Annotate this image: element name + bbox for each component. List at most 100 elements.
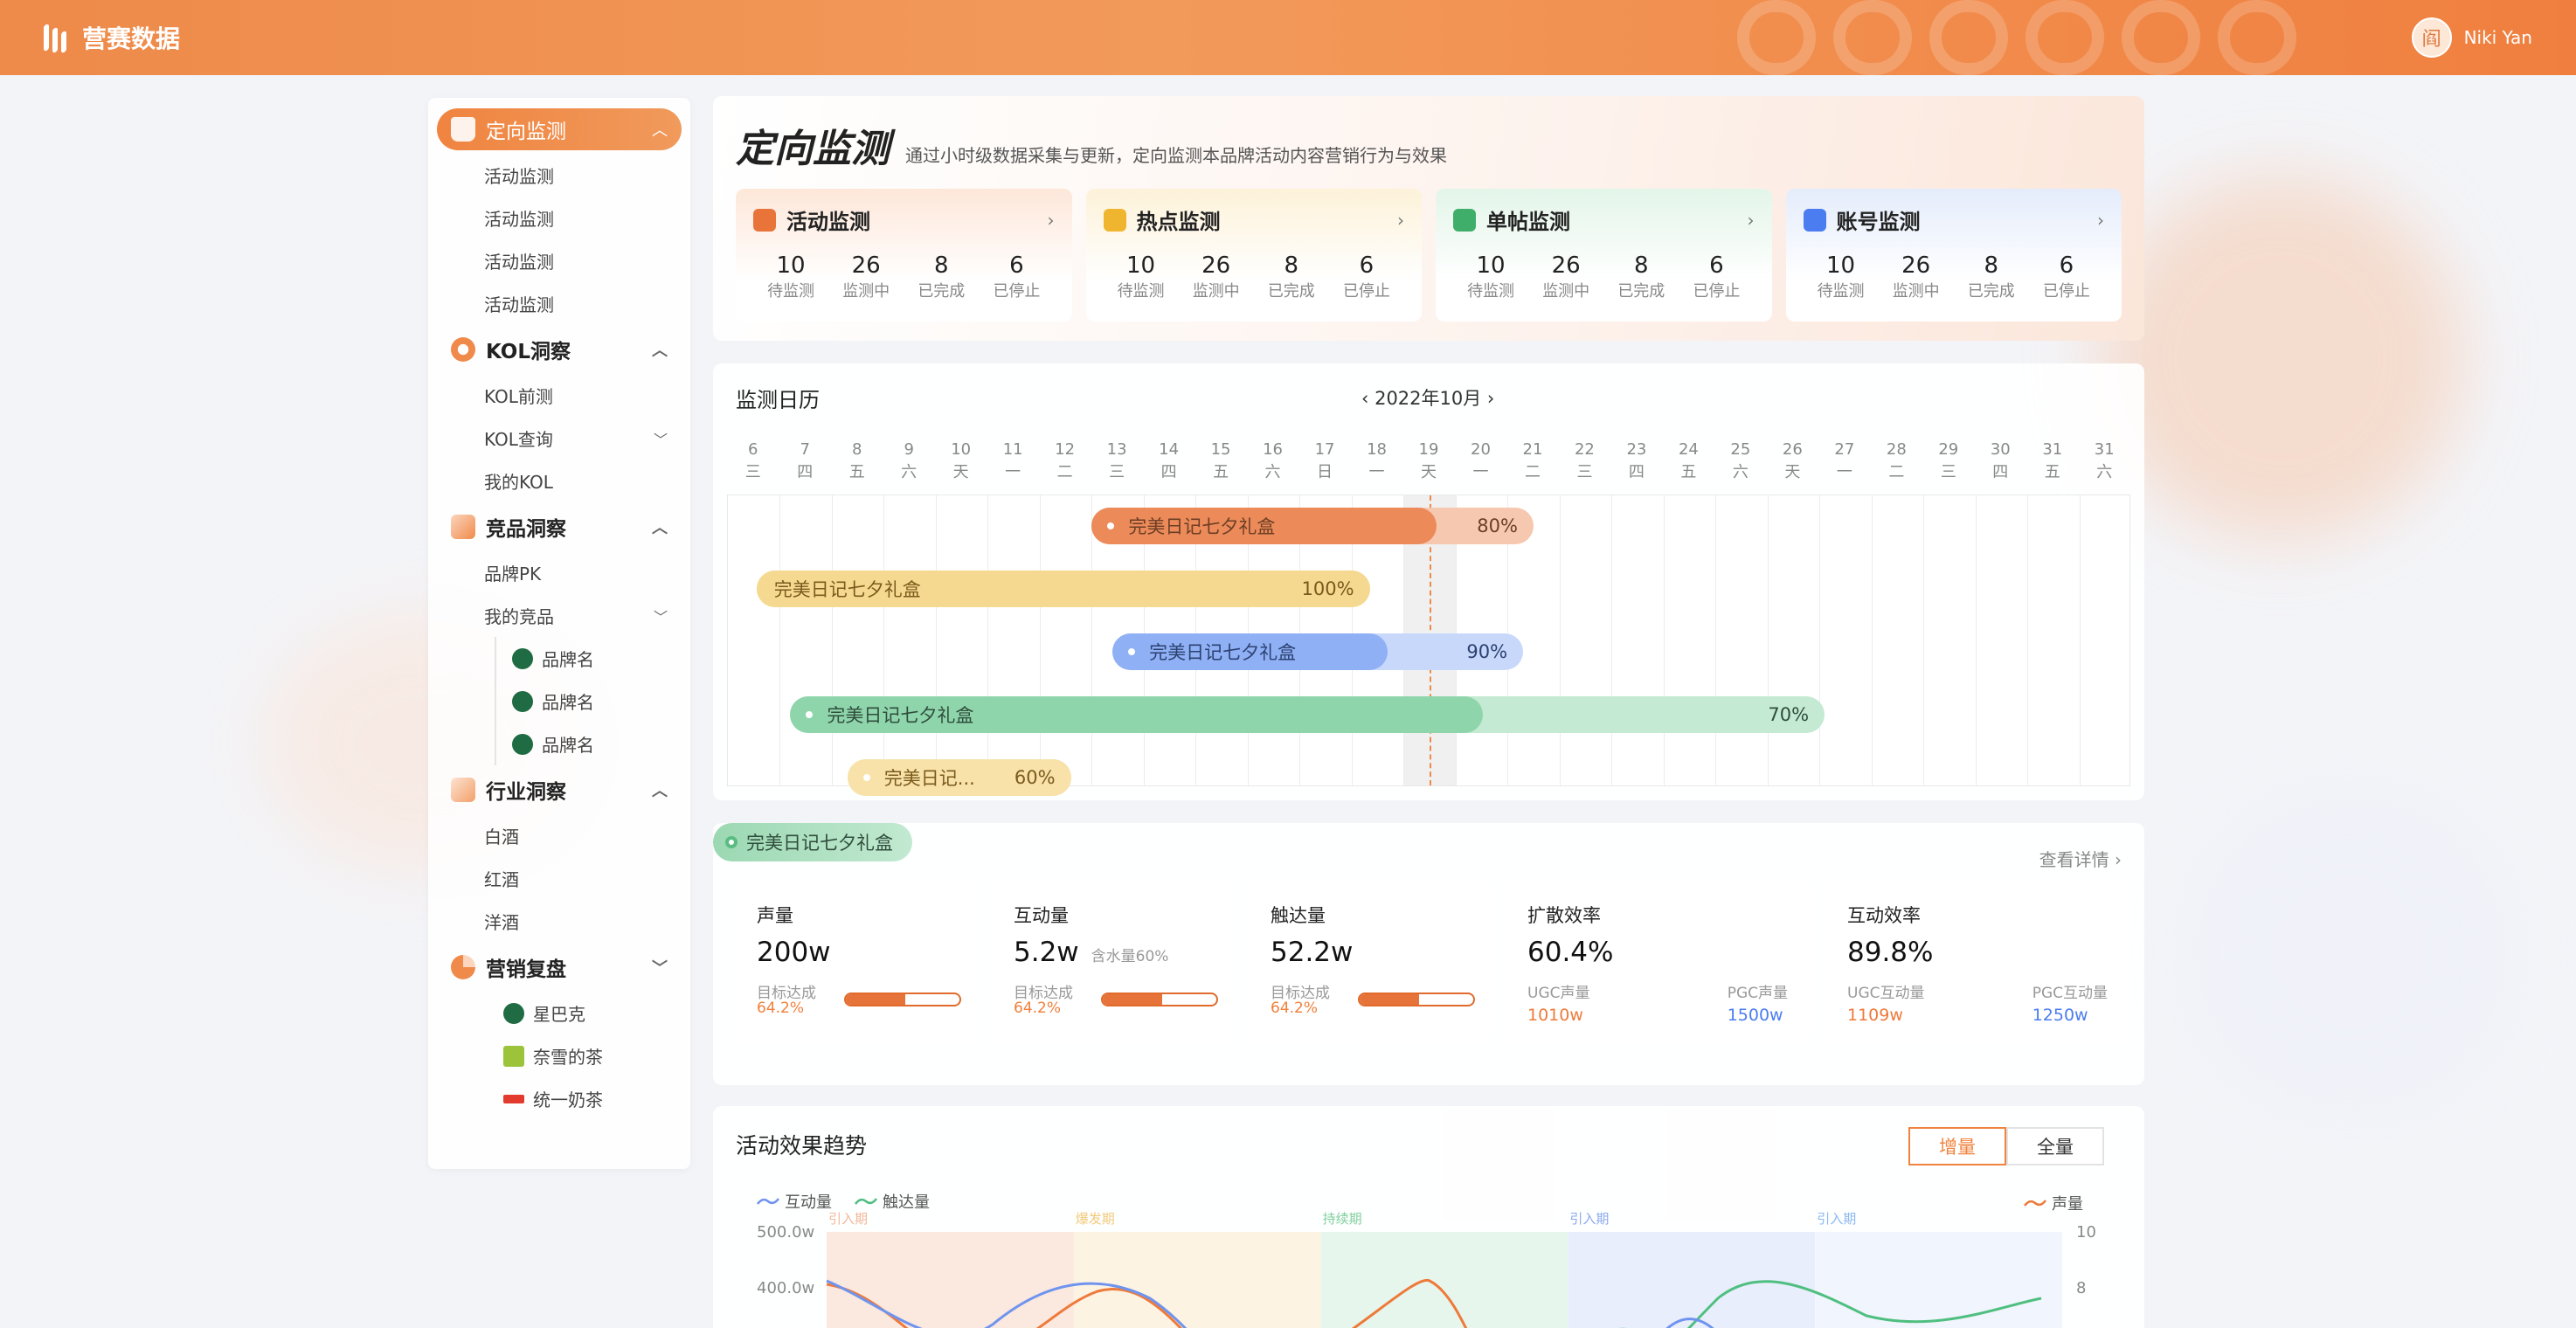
toggle-total[interactable]: 全量 — [2006, 1127, 2104, 1165]
calendar-grid: 完美日记七夕礼盒 80% 完美日记七夕礼盒 100% 完美日记七夕礼盒 90% 完美日记七夕… — [727, 495, 2130, 796]
legend-label: 触达量 — [883, 1193, 930, 1212]
grid-line — [1611, 495, 1613, 785]
page-title: 定向监测 — [736, 127, 890, 171]
metric-cards: 声量 200w 目标达成 64.2% 互动量 5.2w 含水量60% 目标达成 64.2% 触达量… — [734, 881, 2130, 1043]
progress-fill — [1360, 994, 1419, 1005]
calendar-day: 30 四 — [1978, 439, 2022, 484]
view-details-link[interactable]: 查看详情 › — [2039, 846, 2122, 871]
sidebar-item-activity-2[interactable]: 活动监测 — [437, 197, 682, 239]
metric-title: 互动量 — [1014, 905, 1069, 926]
activity-bar[interactable]: 完美日记七夕礼盒 80% — [1091, 508, 1534, 544]
day-weekday: 四 — [1628, 463, 1645, 481]
metric-value-row: 52.2w — [1271, 937, 1468, 968]
brand-logo[interactable]: 营赛数据 — [44, 20, 180, 55]
item-label: 统一奶茶 — [533, 1089, 603, 1110]
metric-card[interactable]: 扩散效率 60.4% UGC声量 1010w PGC声量 1500w — [1505, 881, 1811, 1043]
activity-bar[interactable]: 完美日记... 60% — [847, 759, 1071, 796]
sidebar-group-competitor[interactable]: 竞品洞察 ︿ — [437, 506, 682, 548]
sidebar-group-industry[interactable]: 行业洞察 ︿ — [437, 769, 682, 811]
sidebar-item-baijiu[interactable]: 白酒 — [437, 814, 682, 857]
sidebar-group-targeted-monitoring[interactable]: 定向监测 ︿ — [437, 108, 682, 150]
phase-label: 引入期 — [1569, 1211, 1609, 1227]
stat-number: 26 — [1551, 252, 1581, 279]
bar-label: 完美日记七夕礼盒 — [1149, 642, 1297, 663]
stat-card[interactable]: 单帖监测 › 10 待监测 26 监测中 8 已完成 6 已停止 — [1436, 189, 1772, 322]
item-label: 红酒 — [484, 869, 519, 890]
grid-line — [779, 495, 781, 785]
tongyi-logo-icon — [503, 1094, 524, 1103]
day-number: 20 — [1471, 440, 1491, 459]
day-number: 30 — [1990, 440, 2011, 459]
metric-card[interactable]: 互动量 5.2w 含水量60% 目标达成 64.2% — [991, 881, 1234, 1043]
sidebar-group-review[interactable]: 营销复盘 ﹀ — [437, 946, 682, 988]
stat-label: 待监测 — [1117, 282, 1165, 301]
target-progress: 目标达成 64.2% — [757, 980, 961, 1017]
calendar-day: 6三 — [731, 439, 775, 484]
metric-card[interactable]: 声量 200w 目标达成 64.2% — [734, 881, 977, 1043]
sidebar-item-brand[interactable]: 品牌名 — [437, 637, 682, 680]
sidebar-item-brand[interactable]: 品牌名 — [437, 680, 682, 723]
sidebar-item-starbucks[interactable]: 星巴克 — [437, 992, 682, 1034]
sidebar-item-wine[interactable]: 红酒 — [437, 857, 682, 900]
sidebar-item-activity-3[interactable]: 活动监测 — [437, 239, 682, 282]
stat-value: 26 监测中 — [1893, 252, 1940, 301]
bar-label-group: 完美日记... — [848, 764, 975, 791]
sidebar-item-kol-query[interactable]: KOL查询 ﹀ — [437, 417, 682, 460]
activity-bar[interactable]: 完美日记七夕礼盒 100% — [756, 571, 1370, 607]
day-weekday: 五 — [1213, 463, 1229, 481]
topbar-pattern — [1737, 0, 2296, 75]
stat-number: 6 — [1359, 252, 1375, 279]
stat-number: 10 — [776, 252, 806, 279]
stat-value: 26 监测中 — [842, 252, 890, 301]
phase-label: 持续期 — [1323, 1211, 1362, 1227]
sidebar-item-my-competitors[interactable]: 我的竞品 ﹀ — [437, 594, 682, 637]
selected-activity-tag[interactable]: 完美日记七夕礼盒 — [713, 823, 912, 861]
stat-card[interactable]: 热点监测 › 10 待监测 26 监测中 8 已完成 6 已停止 — [1085, 189, 1422, 322]
sidebar-item-brand[interactable]: 品牌名 — [437, 723, 682, 765]
month-switcher[interactable]: ‹ 2022年10月 › — [1361, 384, 1494, 411]
day-number: 21 — [1522, 440, 1543, 459]
day-weekday: 五 — [2044, 463, 2060, 481]
activity-bar[interactable]: 完美日记七夕礼盒 90% — [1112, 633, 1524, 670]
sidebar-item-spirits[interactable]: 洋酒 — [437, 900, 682, 943]
sidebar-item-my-kol[interactable]: 我的KOL — [437, 460, 682, 502]
sidebar-item-tongyi[interactable]: 统一奶茶 — [437, 1077, 682, 1120]
item-label: 活动监测 — [484, 252, 554, 273]
brand-logo-icon — [512, 733, 533, 755]
legend-item[interactable]: 互动量 — [757, 1190, 832, 1213]
stat-number: 8 — [934, 252, 949, 279]
item-label: 我的KOL — [484, 472, 553, 493]
stat-card-header: 单帖监测 › — [1453, 204, 1755, 235]
bar-percent: 100% — [1301, 578, 1354, 599]
stat-number: 6 — [1709, 252, 1724, 279]
activity-bar[interactable]: 完美日记七夕礼盒 70% — [790, 696, 1825, 733]
user-menu[interactable]: 阎 Niki Yan — [2411, 17, 2532, 58]
stat-label: 已停止 — [1342, 282, 1390, 301]
prev-month-icon[interactable]: ‹ — [1361, 388, 1375, 409]
sidebar-item-activity-1[interactable]: 活动监测 — [437, 154, 682, 197]
legend-item[interactable]: 触达量 — [855, 1190, 930, 1213]
mode-toggle: 增量 全量 — [1908, 1127, 2104, 1165]
metric-value: 5.2w — [1014, 937, 1079, 968]
sidebar-group-kol[interactable]: KOL洞察 ︿ — [437, 329, 682, 370]
metric-card[interactable]: 互动效率 89.8% UGC互动量 1109w PGC互动量 1250w — [1825, 881, 2130, 1043]
sidebar-item-brand-pk[interactable]: 品牌PK — [437, 551, 682, 594]
logo-icon — [44, 21, 73, 54]
calendar-day: 13 三 — [1095, 439, 1139, 484]
toggle-increment[interactable]: 增量 — [1908, 1127, 2006, 1165]
page-subtitle: 通过小时级数据采集与更新，定向监测本品牌活动内容营销行为与效果 — [905, 145, 1447, 166]
next-month-icon[interactable]: › — [1481, 388, 1494, 409]
day-weekday: 日 — [1317, 463, 1333, 481]
sidebar-item-activity-4[interactable]: 活动监测 — [437, 282, 682, 325]
y-tick-right: 10 — [2076, 1223, 2096, 1242]
sidebar-item-kol-pretest[interactable]: KOL前测 — [437, 374, 682, 417]
metric-card[interactable]: 触达量 52.2w 目标达成 64.2% — [1248, 881, 1491, 1043]
stat-card[interactable]: 账号监测 › 10 待监测 26 监测中 8 已完成 6 已停止 — [1785, 189, 2122, 322]
stat-number: 6 — [1009, 252, 1024, 279]
item-label: 品牌名 — [542, 692, 594, 713]
stat-card[interactable]: 活动监测 › 10 待监测 26 监测中 8 已完成 6 已停止 — [736, 189, 1072, 322]
stat-value: 26 监测中 — [1542, 252, 1589, 301]
sidebar-item-naixue[interactable]: 奈雪的茶 — [437, 1034, 682, 1077]
metric-title: 触达量 — [1271, 905, 1326, 926]
stat-label: 待监测 — [767, 282, 815, 301]
